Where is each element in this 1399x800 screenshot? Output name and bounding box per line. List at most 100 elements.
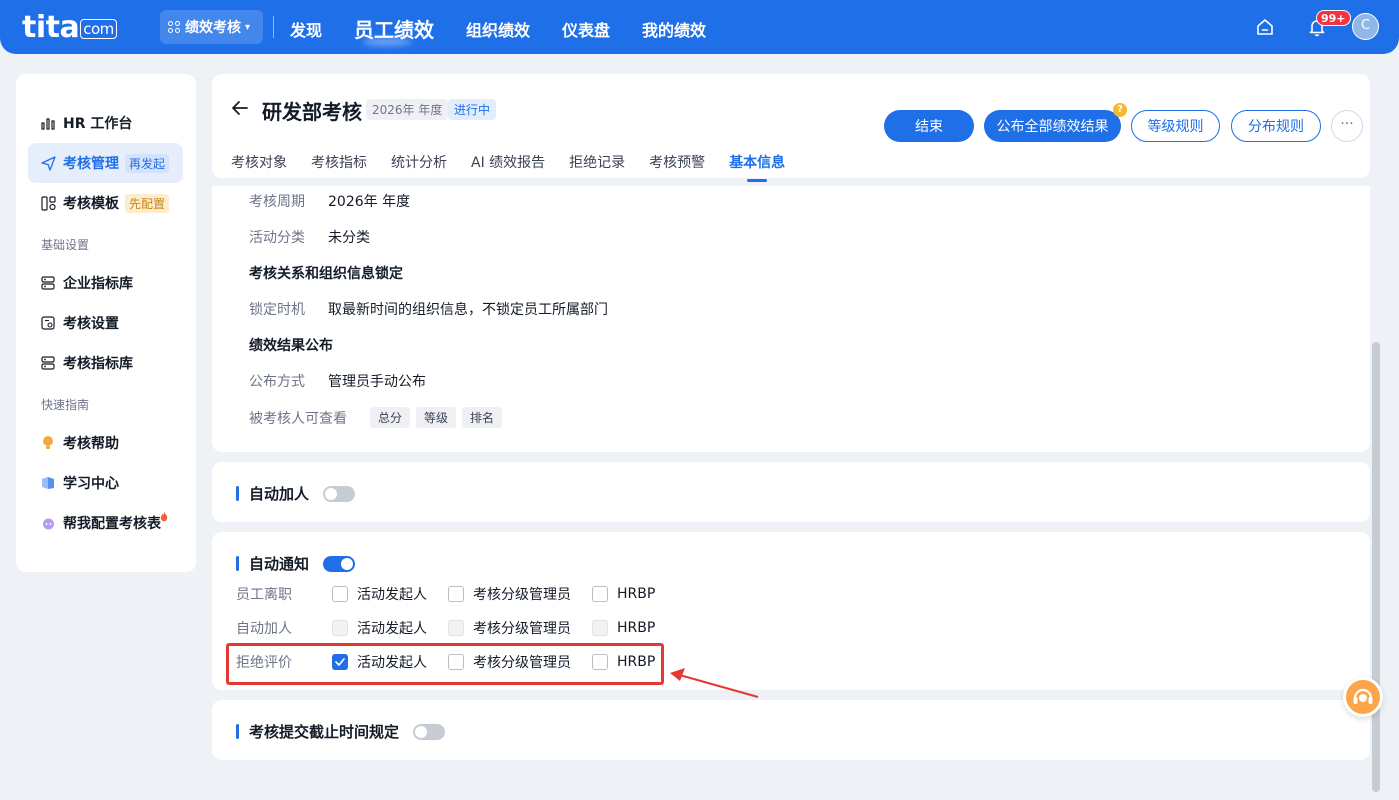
nav-org-performance[interactable]: 组织绩效: [466, 17, 530, 41]
nav-discover[interactable]: 发现: [290, 17, 322, 41]
sidebar-item-learning-center[interactable]: 学习中心: [28, 463, 183, 503]
tab-assessment-targets[interactable]: 考核对象: [231, 152, 287, 172]
page-title: 研发部考核: [262, 100, 362, 124]
auto-notify-card: 自动通知 员工离职 活动发起人 考核分级管理员 HRBP 自动加人 活动发起人 …: [212, 532, 1370, 690]
page-scrollbar[interactable]: [1372, 342, 1380, 792]
info-label: 考核周期: [249, 194, 305, 210]
sidebar-item-assessment-template[interactable]: 考核模板 先配置: [28, 183, 183, 223]
sidebar-item-config-helper[interactable]: 帮我配置考核表: [28, 503, 183, 543]
sidebar-item-label: HR 工作台: [63, 116, 133, 132]
tab-rejection-records[interactable]: 拒绝记录: [569, 152, 625, 172]
lightbulb-icon: [40, 435, 56, 451]
viewable-chip-rank: 排名: [462, 407, 503, 428]
distribution-rules-button[interactable]: 分布规则: [1231, 110, 1321, 142]
sidebar-item-assessment-mgmt[interactable]: 考核管理 再发起: [28, 143, 183, 183]
annotation-arrow-icon: [670, 668, 759, 699]
nav-divider: [273, 16, 274, 38]
status-badge: 进行中: [448, 99, 497, 120]
indicator-library-icon: [40, 275, 56, 291]
deadline-title: 考核提交截止时间规定: [236, 721, 446, 742]
info-label: 锁定时机: [249, 302, 305, 318]
checkbox-hrbp: HRBP: [592, 620, 655, 636]
sidebar-item-label: 考核模板: [63, 196, 119, 212]
sidebar-item-label: 企业指标库: [63, 276, 133, 292]
sidebar-item-assessment-indicators[interactable]: 考核指标库: [28, 343, 183, 383]
paper-plane-icon: [40, 155, 56, 171]
chevron-down-icon: ▾: [245, 21, 251, 33]
user-avatar[interactable]: C: [1352, 13, 1379, 40]
sidebar-item-label: 帮我配置考核表: [63, 516, 161, 532]
help-question-icon[interactable]: ?: [1113, 103, 1127, 117]
tab-basic-info[interactable]: 基本信息: [729, 152, 785, 172]
back-arrow-icon[interactable]: [230, 98, 250, 118]
checkbox-level-admin[interactable]: 考核分级管理员: [448, 584, 571, 604]
headset-icon: [1353, 688, 1373, 704]
info-row-viewable: 被考核人可查看 总分 等级 排名: [249, 407, 508, 428]
hot-flame-icon: [160, 512, 168, 522]
tab-statistics[interactable]: 统计分析: [391, 152, 447, 172]
sidebar-item-hr-workbench[interactable]: HR 工作台: [28, 103, 183, 143]
assessment-header: 研发部考核 2026年 年度 进行中 结束 公布全部绩效结果 ? 等级规则 分布…: [212, 74, 1370, 178]
bar-chart-icon: [40, 115, 56, 131]
checkbox-box[interactable]: [592, 654, 608, 670]
deadline-card: 考核提交截止时间规定: [212, 700, 1370, 760]
checkbox-box[interactable]: [332, 586, 348, 602]
tita-logo[interactable]: tita com: [22, 10, 117, 45]
info-value: 未分类: [328, 230, 370, 246]
notify-row-auto-add: 自动加人 活动发起人 考核分级管理员 HRBP: [236, 618, 676, 638]
sidebar-item-label: 学习中心: [63, 476, 119, 492]
checkbox-level-admin[interactable]: 考核分级管理员: [448, 652, 571, 672]
checkmark-icon[interactable]: [332, 654, 348, 670]
info-label: 公布方式: [249, 374, 305, 390]
auto-add-toggle[interactable]: [323, 485, 356, 502]
checkbox-hrbp[interactable]: HRBP: [592, 586, 655, 602]
info-row-lock-time: 锁定时机 取最新时间的组织信息，不锁定员工所属部门: [249, 299, 608, 319]
settings-doc-icon: [40, 315, 56, 331]
top-nav-bar: tita com 绩效考核 ▾ 发现 员工绩效 组织绩效 仪表盘 我的绩效 99+…: [0, 0, 1399, 54]
info-row-period: 考核周期 2026年 年度: [249, 191, 410, 211]
tab-warnings[interactable]: 考核预警: [649, 152, 705, 172]
basic-info-card: 考核周期 2026年 年度 活动分类 未分类 考核关系和组织信息锁定 锁定时机 …: [212, 186, 1370, 452]
auto-add-title: 自动加人: [236, 483, 356, 504]
template-icon: [40, 195, 56, 211]
viewable-chip-grade: 等级: [416, 407, 457, 428]
relaunch-tag: 再发起: [125, 153, 170, 173]
configure-first-tag: 先配置: [125, 193, 170, 213]
info-value: 2026年 年度: [328, 194, 411, 210]
sidebar-item-assessment-help[interactable]: 考核帮助: [28, 423, 183, 463]
nav-my-performance[interactable]: 我的绩效: [642, 17, 706, 41]
sidebar-item-assessment-settings[interactable]: 考核设置: [28, 303, 183, 343]
sidebar-group-basic: 基础设置: [41, 238, 90, 252]
checkbox-initiator[interactable]: 活动发起人: [332, 652, 427, 672]
auto-notify-toggle[interactable]: [323, 555, 356, 572]
auto-notify-title: 自动通知: [236, 553, 356, 574]
indicator-library-icon: [40, 355, 56, 371]
checkbox-hrbp[interactable]: HRBP: [592, 654, 655, 670]
info-label: 被考核人可查看: [249, 410, 347, 427]
notify-row-label: 自动加人: [236, 621, 292, 637]
checkbox-box[interactable]: [592, 586, 608, 602]
nav-active-indicator: [362, 38, 412, 46]
checkbox-initiator[interactable]: 活动发起人: [332, 584, 427, 604]
checkbox-box[interactable]: [448, 586, 464, 602]
info-row-publish-mode: 公布方式 管理员手动公布: [249, 371, 426, 391]
end-button[interactable]: 结束: [884, 110, 974, 142]
section-heading-publish: 绩效结果公布: [249, 338, 333, 354]
sidebar-item-enterprise-indicators[interactable]: 企业指标库: [28, 263, 183, 303]
home-icon[interactable]: [1255, 17, 1275, 37]
nav-dashboard[interactable]: 仪表盘: [562, 17, 610, 41]
more-options-button[interactable]: ···: [1331, 110, 1363, 142]
publish-all-results-button[interactable]: 公布全部绩效结果: [984, 110, 1121, 142]
tab-assessment-indicators[interactable]: 考核指标: [311, 152, 367, 172]
grade-rules-button[interactable]: 等级规则: [1131, 110, 1220, 142]
viewable-chip-total-score: 总分: [370, 407, 411, 428]
customer-service-button[interactable]: [1343, 677, 1383, 717]
deadline-toggle[interactable]: [413, 723, 446, 740]
tab-ai-report[interactable]: AI 绩效报告: [471, 152, 545, 172]
sidebar-group-guide: 快速指南: [41, 398, 90, 412]
tab-bar: 考核对象 考核指标 统计分析 AI 绩效报告 拒绝记录 考核预警 基本信息: [231, 152, 809, 172]
checkbox-box[interactable]: [448, 654, 464, 670]
book-icon: [40, 475, 56, 491]
module-switcher[interactable]: 绩效考核 ▾: [160, 10, 263, 44]
notify-row-reject-review: 拒绝评价 活动发起人 考核分级管理员 HRBP: [236, 652, 676, 672]
